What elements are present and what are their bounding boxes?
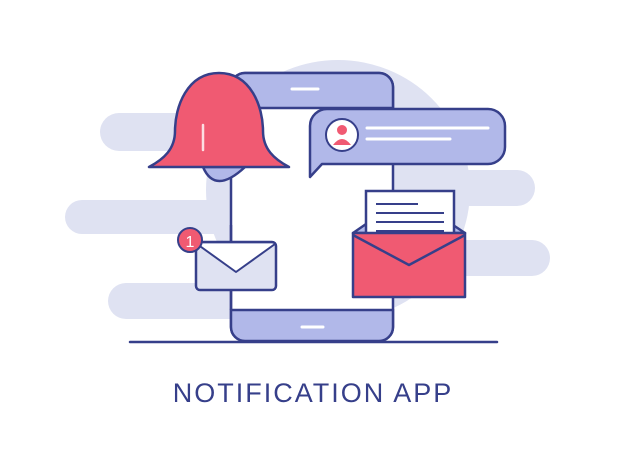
notification-badge-count: 1 [186,234,195,251]
open-envelope-letter-icon [351,189,467,299]
user-avatar-icon [325,118,359,152]
caption-title: NOTIFICATION APP [172,378,454,408]
notification-badge: 1 [177,227,203,253]
illustration: 1 NOTIFICATION APP [0,0,626,469]
